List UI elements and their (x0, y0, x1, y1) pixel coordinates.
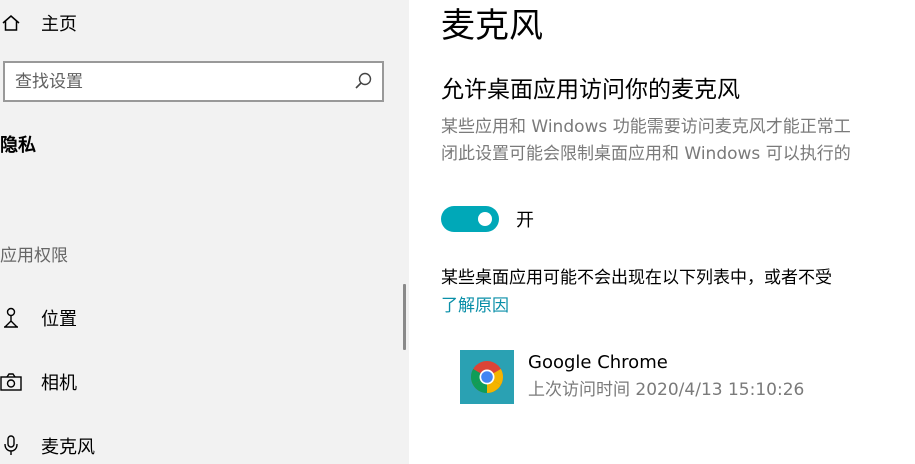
app-text: Google Chrome 上次访问时间 2020/4/13 15:10:26 (528, 350, 804, 402)
nav-home-label: 主页 (41, 14, 77, 35)
sidebar-scrollbar[interactable] (403, 284, 406, 350)
sidebar-item-label: 麦克风 (41, 437, 95, 458)
description-line: 闭此设置可能会限制桌面应用和 Windows 可以执行的 (441, 144, 851, 164)
location-person-icon (0, 306, 22, 330)
toggle-knob (478, 212, 492, 226)
desktop-apps-mic-toggle[interactable] (441, 206, 499, 232)
section-subtitle: 允许桌面应用访问你的麦克风 (441, 77, 740, 103)
sidebar: 主页 隐私 应用权限 位置 相机 麦克风 (0, 0, 409, 464)
app-name: Google Chrome (528, 352, 668, 373)
search-icon[interactable] (353, 71, 373, 91)
apps-list-note: 某些桌面应用可能不会出现在以下列表中，或者不受 (441, 268, 832, 288)
toggle-state-label: 开 (516, 210, 534, 231)
app-list-item: Google Chrome 上次访问时间 2020/4/13 15:10:26 (460, 350, 804, 404)
nav-home[interactable]: 主页 (0, 8, 77, 38)
sidebar-item-label: 位置 (41, 309, 77, 330)
sidebar-item-camera[interactable]: 相机 (0, 366, 77, 398)
section-title-privacy: 隐私 (0, 135, 36, 156)
description: 某些应用和 Windows 功能需要访问麦克风才能正常工 闭此设置可能会限制桌面… (441, 114, 851, 168)
group-title-app-permissions: 应用权限 (0, 246, 68, 266)
camera-icon (0, 370, 22, 394)
settings-search-box (3, 61, 384, 102)
home-icon (0, 12, 22, 34)
description-line: 某些应用和 Windows 功能需要访问麦克风才能正常工 (441, 117, 851, 137)
search-input[interactable] (15, 63, 345, 100)
sidebar-item-microphone[interactable]: 麦克风 (0, 430, 95, 462)
desktop-apps-toggle-row: 开 (441, 206, 534, 232)
sidebar-item-location[interactable]: 位置 (0, 302, 77, 334)
chrome-icon (460, 350, 514, 404)
main-content: 麦克风 允许桌面应用访问你的麦克风 某些应用和 Windows 功能需要访问麦克… (409, 0, 915, 464)
learn-why-link[interactable]: 了解原因 (441, 291, 509, 316)
sidebar-item-label: 相机 (41, 373, 77, 394)
microphone-icon (0, 434, 22, 458)
app-last-access: 上次访问时间 2020/4/13 15:10:26 (528, 380, 805, 400)
page-title: 麦克风 (441, 6, 543, 46)
